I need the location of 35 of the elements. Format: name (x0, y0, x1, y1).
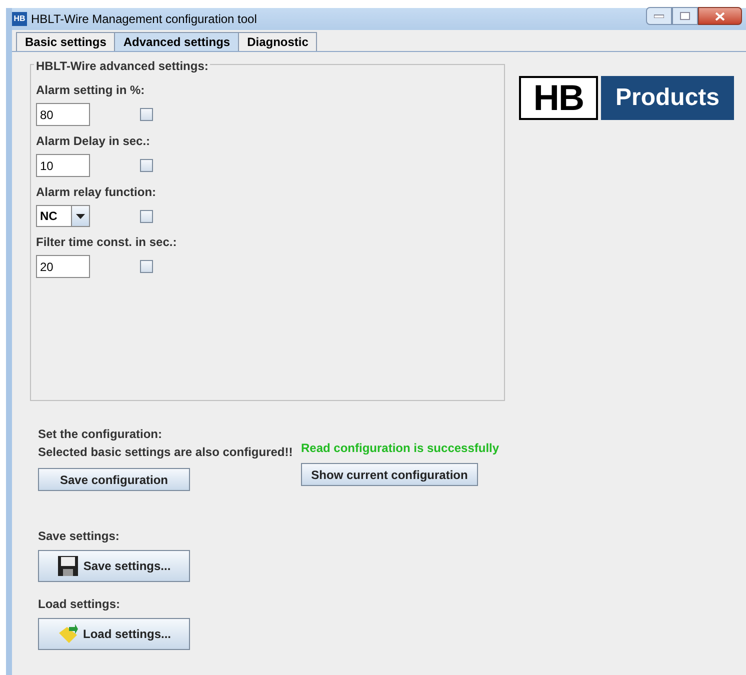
input-field[interactable]: 20 (36, 255, 90, 278)
maximize-button[interactable] (672, 7, 698, 25)
maximize-icon (680, 12, 690, 20)
checkbox[interactable] (140, 260, 153, 273)
field-label: Alarm relay function: (36, 184, 158, 201)
window-title: HBLT-Wire Management configuration tool (31, 11, 257, 28)
checkbox[interactable] (140, 108, 153, 121)
minimize-button[interactable] (646, 7, 672, 25)
section-label: Set the configuration: (38, 426, 163, 443)
status-text: Read configuration is successfully (301, 440, 500, 457)
input-field[interactable]: 80 (36, 103, 90, 126)
field-label: Alarm Delay in sec.: (36, 133, 152, 150)
tab[interactable]: Basic settings (16, 32, 116, 51)
checkbox[interactable] (140, 210, 153, 222)
dropdown[interactable]: NC (36, 205, 90, 227)
checkbox[interactable] (140, 159, 153, 172)
close-button[interactable] (698, 7, 742, 25)
tab[interactable]: Advanced settings (114, 32, 240, 51)
close-icon (715, 12, 725, 20)
section-label: Load settings: (38, 596, 122, 613)
minimize-icon (654, 14, 664, 18)
caret-icon (71, 206, 89, 226)
show-configuration-button[interactable]: Show current configuration (301, 463, 478, 486)
tab[interactable]: Diagnostic (238, 32, 318, 51)
note-text: Selected basic settings are also configured!! (38, 444, 294, 461)
input-field[interactable]: 10 (36, 154, 90, 177)
section-label: Save settings: (38, 528, 120, 545)
field-label: Filter time const. in sec.: (36, 234, 178, 251)
app-icon: HB (12, 12, 27, 26)
save-configuration-button[interactable]: Save configuration (38, 468, 190, 491)
field-label: Alarm setting in %: (36, 82, 146, 99)
save-settings-button[interactable]: Save settings... (38, 550, 190, 582)
logo: HB Products (519, 76, 734, 120)
folder-arrow-icon (56, 623, 79, 645)
load-settings-button[interactable]: Load settings... (38, 618, 190, 650)
